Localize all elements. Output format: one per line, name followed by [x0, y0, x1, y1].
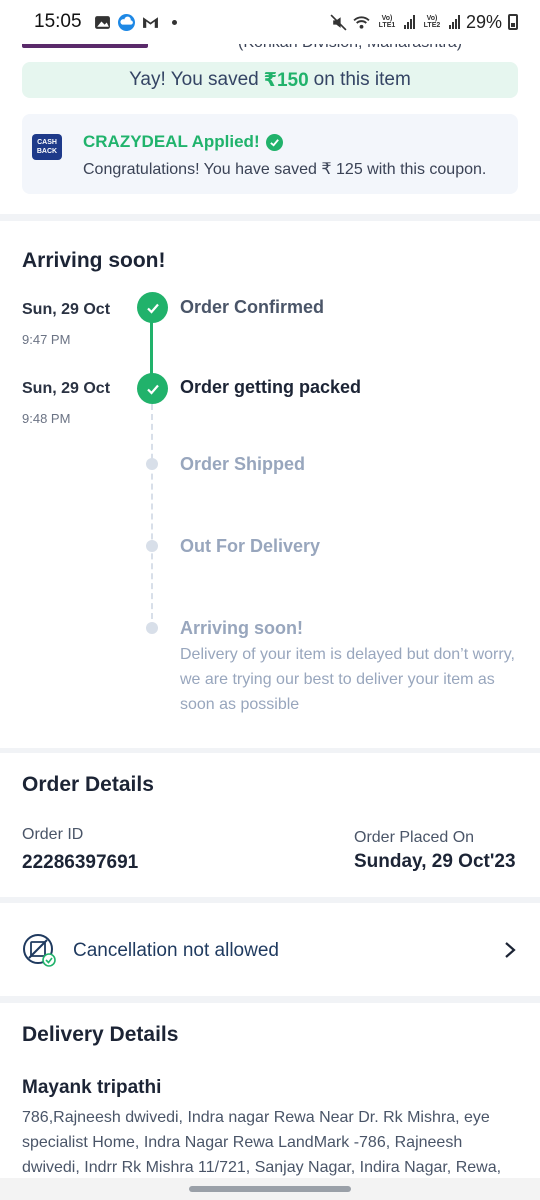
gmail-icon	[142, 16, 158, 28]
order-details: Order Details Order ID 22286397691 Order…	[0, 753, 540, 897]
status-time: 15:05	[34, 11, 82, 32]
home-gesture-bar[interactable]	[189, 1186, 351, 1192]
gallery-icon	[94, 15, 110, 29]
delivery-details: Delivery Details Mayank tripathi 786,Raj…	[0, 1003, 540, 1200]
saved-banner: Yay! You saved ₹150 on this item	[22, 62, 518, 98]
delivery-heading: Delivery Details	[22, 1023, 179, 1046]
battery-icon	[508, 14, 518, 30]
signal-icon	[403, 15, 415, 29]
order-id-label: Order ID	[22, 826, 84, 843]
order-placed-label: Order Placed On	[354, 829, 475, 846]
step-label-order-shipped: Order Shipped	[180, 454, 306, 474]
coupon-title: CRAZYDEAL Applied!	[83, 132, 283, 152]
pending-dot-icon	[146, 540, 158, 552]
step-date: Sun, 29 Oct	[22, 301, 111, 318]
cancellation-row[interactable]: Cancellation not allowed	[0, 903, 540, 996]
cashback-logo-icon: CASH BACK	[32, 134, 62, 160]
order-tracking: Arriving soon! Sun, 29 Oct 9:47 PM Order…	[0, 221, 540, 748]
recipient-name: Mayank tripathi	[22, 1077, 162, 1098]
status-bar: 15:05 Vo) LTE1 Vo) LTE2 29%	[0, 0, 540, 44]
step-label-order-confirmed: Order Confirmed	[180, 297, 325, 317]
chevron-right-icon[interactable]	[504, 941, 516, 959]
step-date: Sun, 29 Oct	[22, 380, 111, 397]
signal-icon	[448, 15, 460, 29]
tracking-heading: Arriving soon!	[22, 249, 166, 272]
mute-icon	[330, 13, 347, 31]
sim2-label: Vo) LTE2	[423, 15, 441, 29]
coupon-message: Congratulations! You have saved ₹ 125 wi…	[83, 161, 487, 178]
progress-line	[150, 322, 153, 378]
saved-suffix: on this item	[313, 69, 411, 90]
check-icon	[137, 373, 168, 404]
coupon-card: CASH BACK CRAZYDEAL Applied! Congratulat…	[22, 114, 518, 194]
cloud-upload-icon	[117, 13, 135, 31]
battery-percent: 29%	[465, 11, 502, 32]
check-icon	[265, 133, 283, 151]
saved-amount: ₹150	[263, 69, 309, 91]
notification-dot-icon	[171, 19, 177, 25]
order-details-heading: Order Details	[22, 773, 154, 796]
order-placed-value: Sunday, 29 Oct'23	[354, 851, 516, 872]
step-label-arriving-soon: Arriving soon!	[180, 618, 304, 638]
cancel-not-allowed-icon	[23, 934, 56, 967]
check-icon	[137, 292, 168, 323]
step-time: 9:48 PM	[22, 411, 71, 426]
step-label-out-for-delivery: Out For Delivery	[180, 536, 321, 556]
pending-line	[151, 404, 153, 629]
delay-message: Delivery of your item is delayed but don…	[180, 646, 515, 713]
step-label-order-packed: Order getting packed	[180, 377, 362, 397]
pending-dot-icon	[146, 458, 158, 470]
wifi-icon	[353, 15, 370, 29]
delivery-address: 786,Rajneesh dwivedi, Indra nagar Rewa N…	[22, 1109, 502, 1176]
savings-card: (Konkan Division, Maharashtra) Yay! You …	[0, 34, 540, 214]
saved-prefix: Yay! You saved	[129, 69, 259, 90]
order-id-value: 22286397691	[22, 852, 139, 873]
cancellation-text: Cancellation not allowed	[73, 940, 279, 961]
step-time: 9:47 PM	[22, 332, 71, 347]
sim1-label: Vo) LTE1	[378, 15, 396, 29]
pending-dot-icon	[146, 622, 158, 634]
